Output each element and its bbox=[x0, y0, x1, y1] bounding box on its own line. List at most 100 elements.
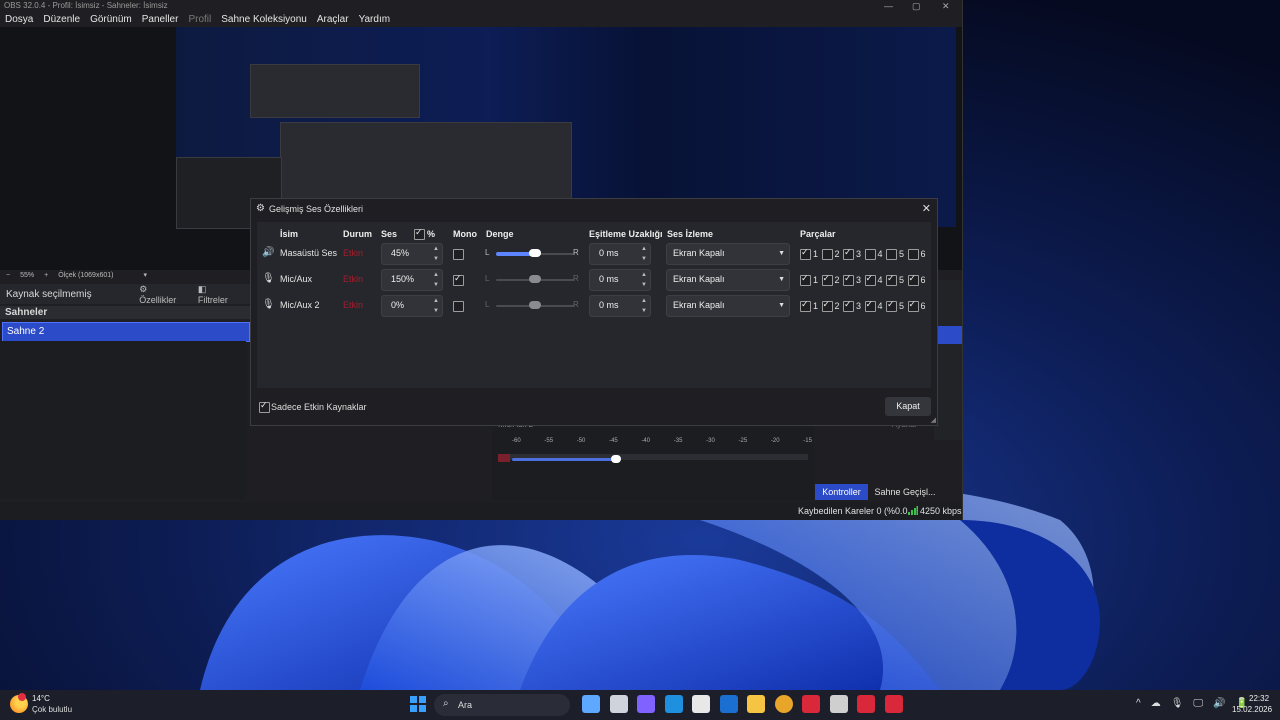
volume-spinbox[interactable]: 150% ▲ ▼ bbox=[381, 269, 443, 291]
menu-help[interactable]: Yardım bbox=[354, 13, 396, 27]
monitoring-dropdown[interactable]: Ekran Kapalı ▼ bbox=[666, 295, 790, 317]
onedrive-icon[interactable]: ☁ bbox=[1151, 698, 1161, 709]
mono-checkbox[interactable] bbox=[453, 301, 464, 312]
file-explorer-icon[interactable] bbox=[747, 695, 765, 713]
monitoring-dropdown[interactable]: Ekran Kapalı ▼ bbox=[666, 243, 790, 265]
obs-red-3-icon[interactable] bbox=[884, 695, 903, 713]
menu-docks[interactable]: Paneller bbox=[137, 13, 184, 27]
track-checkbox[interactable] bbox=[864, 273, 876, 286]
track-checkbox[interactable] bbox=[843, 299, 854, 312]
obs-red-1-icon[interactable] bbox=[802, 695, 820, 713]
spin-arrows-icon[interactable]: ▲ ▼ bbox=[433, 270, 439, 290]
audio-source-row: 🔊 Masaüstü Ses Etkin 45% ▲ ▼ L R 0 ms ▲ ▼ … bbox=[257, 242, 931, 266]
clock-time[interactable]: 22:32 bbox=[1249, 694, 1269, 703]
track-checkbox[interactable] bbox=[843, 273, 854, 286]
source-status[interactable]: Etkin bbox=[343, 248, 363, 258]
dock-selected-item[interactable] bbox=[934, 326, 962, 344]
volume-icon[interactable]: 🔊 bbox=[1213, 698, 1225, 709]
track-checkbox[interactable] bbox=[907, 299, 919, 312]
minimize-button[interactable]: — bbox=[884, 0, 893, 12]
mute-indicator[interactable] bbox=[498, 454, 510, 462]
obs-red-2-icon[interactable] bbox=[857, 695, 875, 713]
track-checkbox[interactable] bbox=[886, 249, 897, 260]
properties-button[interactable]: ⚙ Özellikler bbox=[139, 284, 186, 305]
track-number-label: 5 bbox=[899, 249, 905, 259]
scale-dropdown-icon[interactable]: ▾ bbox=[143, 270, 147, 282]
widgets-icon[interactable] bbox=[637, 695, 655, 713]
meter-tick: -15 bbox=[803, 438, 812, 444]
controls-dock-tab[interactable]: Kontroller bbox=[815, 484, 868, 500]
only-active-checkbox[interactable] bbox=[259, 400, 270, 413]
weather-description[interactable]: Çok bulutlu bbox=[32, 705, 72, 714]
weather-temperature[interactable]: 14°C bbox=[32, 694, 50, 703]
obs-studio-icon[interactable] bbox=[829, 695, 848, 713]
source-status[interactable]: Etkin bbox=[343, 300, 363, 310]
resize-grip-icon[interactable]: ◢ bbox=[931, 416, 936, 424]
scale-label: Ölçek (1069x601) bbox=[58, 272, 114, 279]
clock-date[interactable]: 15.02.2026 bbox=[1232, 705, 1272, 714]
display-icon[interactable]: 🖵 bbox=[1193, 698, 1203, 709]
track-checkbox[interactable] bbox=[821, 273, 833, 286]
mono-checkbox[interactable] bbox=[453, 249, 464, 260]
track-checkbox[interactable] bbox=[907, 249, 919, 260]
store-icon[interactable] bbox=[692, 695, 710, 713]
monitoring-dropdown[interactable]: Ekran Kapalı ▼ bbox=[666, 269, 790, 291]
track-checkbox[interactable] bbox=[864, 299, 876, 312]
close-window-button[interactable]: ✕ bbox=[942, 0, 950, 12]
sync-offset-spinbox[interactable]: 0 ms ▲ ▼ bbox=[589, 295, 651, 317]
sync-offset-spinbox[interactable]: 0 ms ▲ ▼ bbox=[589, 269, 651, 291]
track-checkbox[interactable] bbox=[907, 273, 919, 286]
track-checkbox[interactable] bbox=[843, 247, 854, 260]
menu-tools[interactable]: Araçlar bbox=[312, 13, 354, 27]
track-checkbox[interactable] bbox=[821, 249, 833, 260]
copilot-icon[interactable] bbox=[582, 695, 600, 713]
spin-arrows-icon[interactable]: ▲ ▼ bbox=[433, 244, 439, 264]
meter-tick: -55 bbox=[544, 438, 554, 444]
track-checkbox[interactable] bbox=[886, 273, 897, 286]
track-checkbox[interactable] bbox=[800, 247, 811, 260]
windows-start-icon[interactable] bbox=[410, 696, 426, 712]
volume-slider-handle[interactable] bbox=[611, 455, 621, 463]
close-icon[interactable]: ✕ bbox=[922, 202, 931, 215]
menu-view[interactable]: Görünüm bbox=[85, 13, 137, 27]
menu-profile[interactable]: Profil bbox=[183, 13, 216, 27]
spin-arrows-icon[interactable]: ▲ ▼ bbox=[433, 296, 439, 316]
track-checkbox[interactable] bbox=[800, 299, 811, 312]
meter-tick: -60 bbox=[512, 438, 521, 444]
show-hidden-icons-icon[interactable]: ^ bbox=[1136, 698, 1141, 709]
balance-slider-handle[interactable] bbox=[529, 275, 541, 283]
track-checkbox[interactable] bbox=[886, 299, 897, 312]
meter-tick: -45 bbox=[609, 438, 618, 444]
volume-spinbox[interactable]: 0% ▲ ▼ bbox=[381, 295, 443, 317]
taskbar-search[interactable]: ⌕ Ara bbox=[434, 694, 570, 716]
microphone-icon[interactable]: 🎙 bbox=[1171, 698, 1184, 709]
scene-list-item[interactable]: Sahne 2 bbox=[2, 322, 250, 342]
monitoring-value: Ekran Kapalı bbox=[673, 300, 725, 310]
outlook-icon[interactable] bbox=[719, 695, 738, 713]
spin-arrows-icon[interactable]: ▲ ▼ bbox=[641, 244, 647, 264]
chrome-icon[interactable] bbox=[774, 695, 793, 713]
source-status[interactable]: Etkin bbox=[343, 274, 363, 284]
percent-toggle-checkbox[interactable] bbox=[414, 227, 425, 240]
close-button[interactable]: Kapat bbox=[885, 397, 931, 416]
sync-offset-spinbox[interactable]: 0 ms ▲ ▼ bbox=[589, 243, 651, 265]
menu-edit[interactable]: Düzenle bbox=[38, 13, 85, 27]
maximize-button[interactable]: ▢ bbox=[912, 0, 921, 12]
track-checkbox[interactable] bbox=[864, 249, 876, 260]
edge-icon[interactable] bbox=[664, 695, 683, 713]
transitions-dock-tab[interactable]: Sahne Geçişl... bbox=[870, 484, 940, 500]
zoom-out-button[interactable]: − bbox=[6, 270, 10, 282]
spin-arrows-icon[interactable]: ▲ ▼ bbox=[641, 296, 647, 316]
volume-spinbox[interactable]: 45% ▲ ▼ bbox=[381, 243, 443, 265]
balance-slider-handle[interactable] bbox=[529, 301, 541, 309]
task-view-icon[interactable] bbox=[609, 695, 628, 713]
track-checkbox[interactable] bbox=[821, 299, 833, 312]
spin-arrows-icon[interactable]: ▲ ▼ bbox=[641, 270, 647, 290]
track-checkbox[interactable] bbox=[800, 273, 811, 286]
menu-scene-collection[interactable]: Sahne Koleksiyonu bbox=[216, 13, 312, 27]
menu-file[interactable]: Dosya bbox=[0, 13, 38, 27]
zoom-in-button[interactable]: + bbox=[44, 270, 48, 282]
filters-button[interactable]: ◧ Filtreler bbox=[198, 284, 238, 305]
mono-checkbox[interactable] bbox=[453, 273, 464, 286]
balance-slider-handle[interactable] bbox=[529, 249, 541, 257]
